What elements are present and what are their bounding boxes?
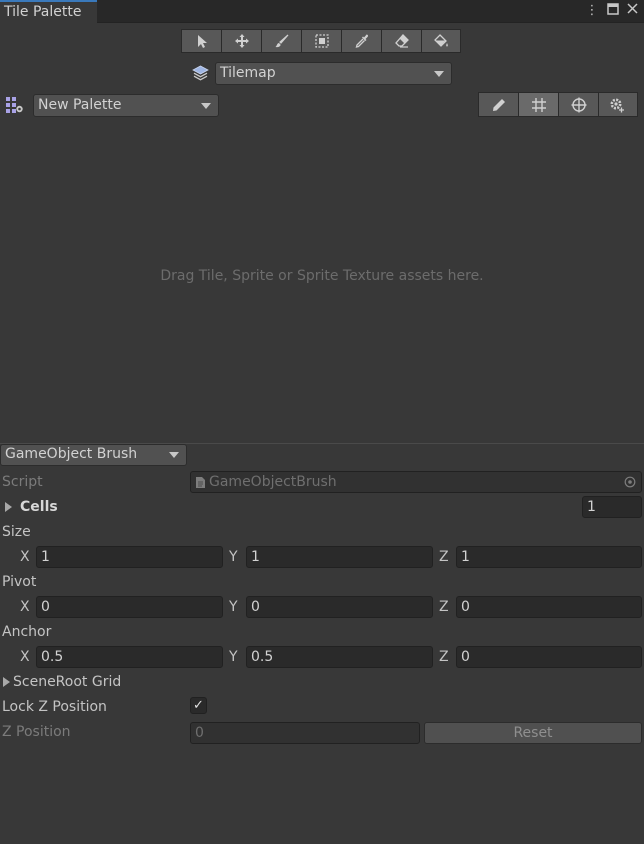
tile-palette-tab[interactable]: Tile Palette: [0, 0, 97, 23]
size-z-field[interactable]: 1: [456, 546, 642, 568]
eraser-tool-button[interactable]: [381, 29, 421, 53]
script-value: GameObjectBrush: [209, 474, 337, 490]
script-file-icon: [196, 477, 205, 488]
gizmo-icon: [571, 97, 586, 112]
palette-value: New Palette: [38, 97, 122, 113]
pivot-label: Pivot: [2, 574, 37, 590]
chevron-down-icon: [434, 71, 444, 77]
size-x-label: X: [20, 549, 30, 565]
paint-tool-button[interactable]: [261, 29, 301, 53]
pivot-z-label: Z: [439, 599, 449, 615]
size-y-label: Y: [229, 549, 238, 565]
chevron-down-icon: [201, 103, 211, 109]
pivot-y-label: Y: [229, 599, 238, 615]
anchor-label: Anchor: [2, 624, 52, 640]
palette-edit-tools: [478, 92, 638, 117]
cells-foldout-icon[interactable]: [5, 502, 12, 512]
script-label: Script: [2, 474, 43, 490]
lock-z-checkbox[interactable]: ✓: [190, 697, 207, 714]
grid-icon: [531, 97, 546, 112]
object-picker-icon[interactable]: [624, 476, 636, 488]
cells-label[interactable]: Cells: [20, 499, 58, 515]
anchor-z-field[interactable]: 0: [456, 646, 642, 668]
box-fill-icon: [314, 34, 329, 48]
size-z-label: Z: [439, 549, 449, 565]
anchor-x-label: X: [20, 649, 30, 665]
select-tool-button[interactable]: [181, 29, 221, 53]
tab-title: Tile Palette: [4, 4, 82, 20]
edit-palette-button[interactable]: [478, 92, 518, 117]
picker-icon: [355, 34, 368, 48]
gizmos-toggle-button[interactable]: [558, 92, 598, 117]
move-icon: [234, 34, 249, 48]
scene-root-grid-label[interactable]: SceneRoot Grid: [13, 674, 121, 690]
brush-type-dropdown[interactable]: GameObject Brush: [0, 444, 187, 466]
pivot-y-field[interactable]: 0: [246, 596, 433, 618]
lock-z-label: Lock Z Position: [2, 699, 107, 715]
size-y-field[interactable]: 1: [246, 546, 433, 568]
scene-root-foldout-icon[interactable]: [3, 677, 10, 687]
layers-icon: [192, 65, 209, 81]
pivot-x-label: X: [20, 599, 30, 615]
eraser-icon: [394, 34, 409, 48]
pivot-z-field[interactable]: 0: [456, 596, 642, 618]
anchor-y-field[interactable]: 0.5: [246, 646, 433, 668]
maximize-icon[interactable]: [605, 3, 621, 20]
cells-count-field[interactable]: 1: [582, 496, 642, 518]
z-position-field[interactable]: 0: [190, 722, 420, 744]
size-label: Size: [2, 524, 31, 540]
active-tilemap-dropdown[interactable]: Tilemap: [215, 62, 452, 85]
more-vert-icon[interactable]: ⋮: [584, 3, 600, 19]
reset-button[interactable]: Reset: [424, 722, 642, 744]
anchor-z-label: Z: [439, 649, 449, 665]
grid-toggle-button[interactable]: [518, 92, 558, 117]
tilemap-tools: [181, 29, 461, 53]
fill-bucket-icon: [434, 34, 448, 47]
palette-dropdown[interactable]: New Palette: [33, 94, 219, 117]
anchor-x-field[interactable]: 0.5: [36, 646, 223, 668]
close-icon[interactable]: [624, 3, 640, 19]
palette-drop-hint: Drag Tile, Sprite or Sprite Texture asse…: [160, 268, 484, 284]
settings-gear-icon: [610, 98, 624, 112]
fill-tool-button[interactable]: [421, 29, 461, 53]
z-position-label: Z Position: [2, 724, 71, 740]
chevron-down-icon: [169, 452, 179, 458]
move-tool-button[interactable]: [221, 29, 261, 53]
edit-pencil-icon: [492, 98, 505, 111]
brush-type-value: GameObject Brush: [5, 446, 138, 462]
paint-brush-icon: [275, 34, 288, 48]
box-fill-tool-button[interactable]: [301, 29, 341, 53]
tile-palette-icon: [6, 97, 23, 113]
palette-settings-button[interactable]: [598, 92, 638, 117]
active-tilemap-value: Tilemap: [220, 65, 276, 81]
size-x-field[interactable]: 1: [36, 546, 223, 568]
select-icon: [197, 35, 207, 48]
anchor-y-label: Y: [229, 649, 238, 665]
pivot-x-field[interactable]: 0: [36, 596, 223, 618]
picker-tool-button[interactable]: [341, 29, 381, 53]
script-field[interactable]: GameObjectBrush: [190, 471, 642, 493]
